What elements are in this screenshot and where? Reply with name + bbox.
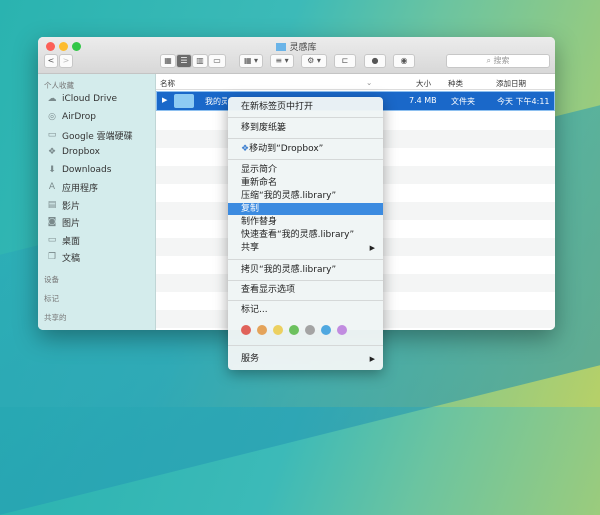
search-input[interactable]: ⌕ 搜索 — [446, 54, 550, 68]
sidebar-item-label: Dropbox — [62, 147, 100, 157]
title-bar: 灵感库 < > ▦ ☰ ▥ ▭ ▦ ▾ ≡ ▾ ⚙ ▾ ⊏ ● ◉ ⌕ 搜索 — [38, 37, 555, 74]
cloud-icon: ☁ — [47, 93, 57, 104]
menu-tags[interactable]: 标记... — [228, 304, 383, 316]
pictures-icon: ◙ — [47, 216, 57, 227]
action-gear-button[interactable]: ⚙ ▾ — [301, 54, 327, 68]
menu-move-to-dropbox[interactable]: ❖移动到“Dropbox” — [228, 143, 383, 155]
tag-color-dot[interactable] — [257, 325, 267, 335]
tag-color-dot[interactable] — [305, 325, 315, 335]
menu-copy[interactable]: 拷贝“我的灵感.library” — [228, 264, 383, 276]
dropbox-icon: ❖ — [47, 146, 57, 157]
sort-button[interactable]: ≡ ▾ — [270, 54, 294, 68]
back-button[interactable]: < — [44, 54, 58, 68]
menu-rename[interactable]: 重新命名 — [228, 177, 383, 189]
context-menu: 在新标签页中打开 移到废纸篓 ❖移动到“Dropbox” 显示简介 重新命名 压… — [228, 97, 383, 370]
file-date: 今天 下午4:11 — [497, 97, 550, 106]
menu-view-options[interactable]: 查看显示选项 — [228, 284, 383, 296]
sidebar-item-icloud[interactable]: ☁ iCloud Drive — [47, 92, 118, 106]
sidebar-item-label: 图片 — [62, 218, 81, 229]
applications-icon: A — [48, 181, 56, 192]
folder-icon — [174, 94, 194, 108]
file-name: 我的灵感.library — [205, 97, 227, 106]
sidebar-item-label: Google 雲端硬碟 — [62, 131, 133, 142]
sidebar: 个人收藏 ☁ iCloud Drive ◎ AirDrop ▭ Google 雲端硬碟… — [38, 74, 156, 330]
sidebar-item-label: 文稿 — [62, 253, 81, 264]
forward-button[interactable]: > — [59, 54, 73, 68]
sidebar-item-label: Downloads — [62, 165, 112, 175]
sidebar-item-downloads[interactable]: ⬇ Downloads — [47, 163, 111, 177]
sidebar-item-applications[interactable]: A 应用程序 — [47, 180, 98, 194]
menu-label: 移动到“Dropbox” — [249, 144, 324, 154]
column-date-added[interactable]: 添加日期 — [496, 78, 526, 89]
sidebar-item-dropbox[interactable]: ❖ Dropbox — [47, 145, 100, 159]
folder-icon: ▭ — [47, 129, 57, 140]
sort-chevron-icon: ⌄ — [366, 78, 373, 87]
menu-duplicate[interactable]: 复制 — [228, 203, 383, 215]
file-kind: 文件夹 — [451, 97, 475, 106]
airdrop-icon: ◎ — [48, 111, 56, 122]
menu-get-info[interactable]: 显示简介 — [228, 164, 383, 176]
folder-icon — [276, 43, 287, 51]
menu-label: 共享 — [241, 243, 260, 253]
list-view-button[interactable]: ☰ — [176, 54, 192, 68]
icon-view-button[interactable]: ▦ — [160, 54, 176, 68]
menu-make-alias[interactable]: 制作替身 — [228, 216, 383, 228]
sidebar-item-google-drive[interactable]: ▭ Google 雲端硬碟 — [47, 128, 133, 142]
menu-quick-look[interactable]: 快速查看“我的灵感.library” — [228, 229, 383, 241]
cover-flow-button[interactable]: ▭ — [208, 54, 226, 68]
devices-header: 设备 — [44, 275, 59, 284]
tag-color-dot[interactable] — [337, 325, 347, 335]
menu-compress[interactable]: 压缩“我的灵感.library” — [228, 190, 383, 202]
tag-color-dot[interactable] — [241, 325, 251, 335]
movies-icon: ▤ — [47, 199, 57, 210]
tag-color-dot[interactable] — [321, 325, 331, 335]
tag-color-dot[interactable] — [273, 325, 283, 335]
disclosure-triangle-icon[interactable]: ▶ — [162, 96, 167, 104]
submenu-arrow-icon: ▶ — [369, 244, 375, 252]
info-button[interactable]: ● — [364, 54, 386, 68]
sidebar-item-label: 影片 — [62, 201, 81, 212]
sidebar-item-label: iCloud Drive — [62, 94, 118, 104]
desktop-icon: ▭ — [47, 234, 57, 245]
column-header: 名称 ⌄ 大小 种类 添加日期 — [156, 74, 555, 90]
menu-label: 服务 — [241, 354, 260, 364]
window-title: 灵感库 — [38, 40, 555, 53]
sidebar-item-label: 桌面 — [62, 236, 81, 247]
column-name[interactable]: 名称 — [160, 78, 175, 89]
menu-services[interactable]: 服务 ▶ — [228, 353, 383, 365]
sidebar-item-label: 应用程序 — [62, 183, 99, 194]
column-size[interactable]: 大小 — [416, 78, 431, 89]
window-title-text: 灵感库 — [289, 43, 317, 53]
column-view-button[interactable]: ▥ — [192, 54, 208, 68]
column-kind[interactable]: 种类 — [448, 78, 463, 89]
sidebar-item-documents[interactable]: ❐ 文稿 — [47, 250, 80, 264]
sidebar-item-airdrop[interactable]: ◎ AirDrop — [47, 110, 96, 124]
shared-header: 共享的 — [44, 313, 67, 322]
menu-open-new-tab[interactable]: 在新标签页中打开 — [228, 101, 383, 113]
menu-move-to-trash[interactable]: 移到废纸篓 — [228, 122, 383, 134]
documents-icon: ❐ — [47, 251, 57, 262]
sidebar-item-movies[interactable]: ▤ 影片 — [47, 198, 80, 212]
sidebar-item-desktop[interactable]: ▭ 桌面 — [47, 233, 80, 247]
sidebar-item-pictures[interactable]: ◙ 图片 — [47, 215, 80, 229]
tag-color-dot[interactable] — [289, 325, 299, 335]
menu-share[interactable]: 共享 ▶ — [228, 242, 383, 254]
new-folder-button[interactable]: ⊏ — [334, 54, 356, 68]
quick-look-button[interactable]: ◉ — [393, 54, 415, 68]
arrange-button[interactable]: ▦ ▾ — [239, 54, 263, 68]
tags-header: 标记 — [44, 294, 59, 303]
dropbox-icon: ❖ — [241, 144, 250, 154]
favorites-header: 个人收藏 — [44, 81, 74, 90]
download-icon: ⬇ — [48, 164, 56, 175]
submenu-arrow-icon: ▶ — [369, 355, 375, 363]
sidebar-item-label: AirDrop — [62, 112, 97, 122]
search-placeholder: 搜索 — [493, 56, 510, 65]
file-size: 7.4 MB — [409, 96, 437, 105]
